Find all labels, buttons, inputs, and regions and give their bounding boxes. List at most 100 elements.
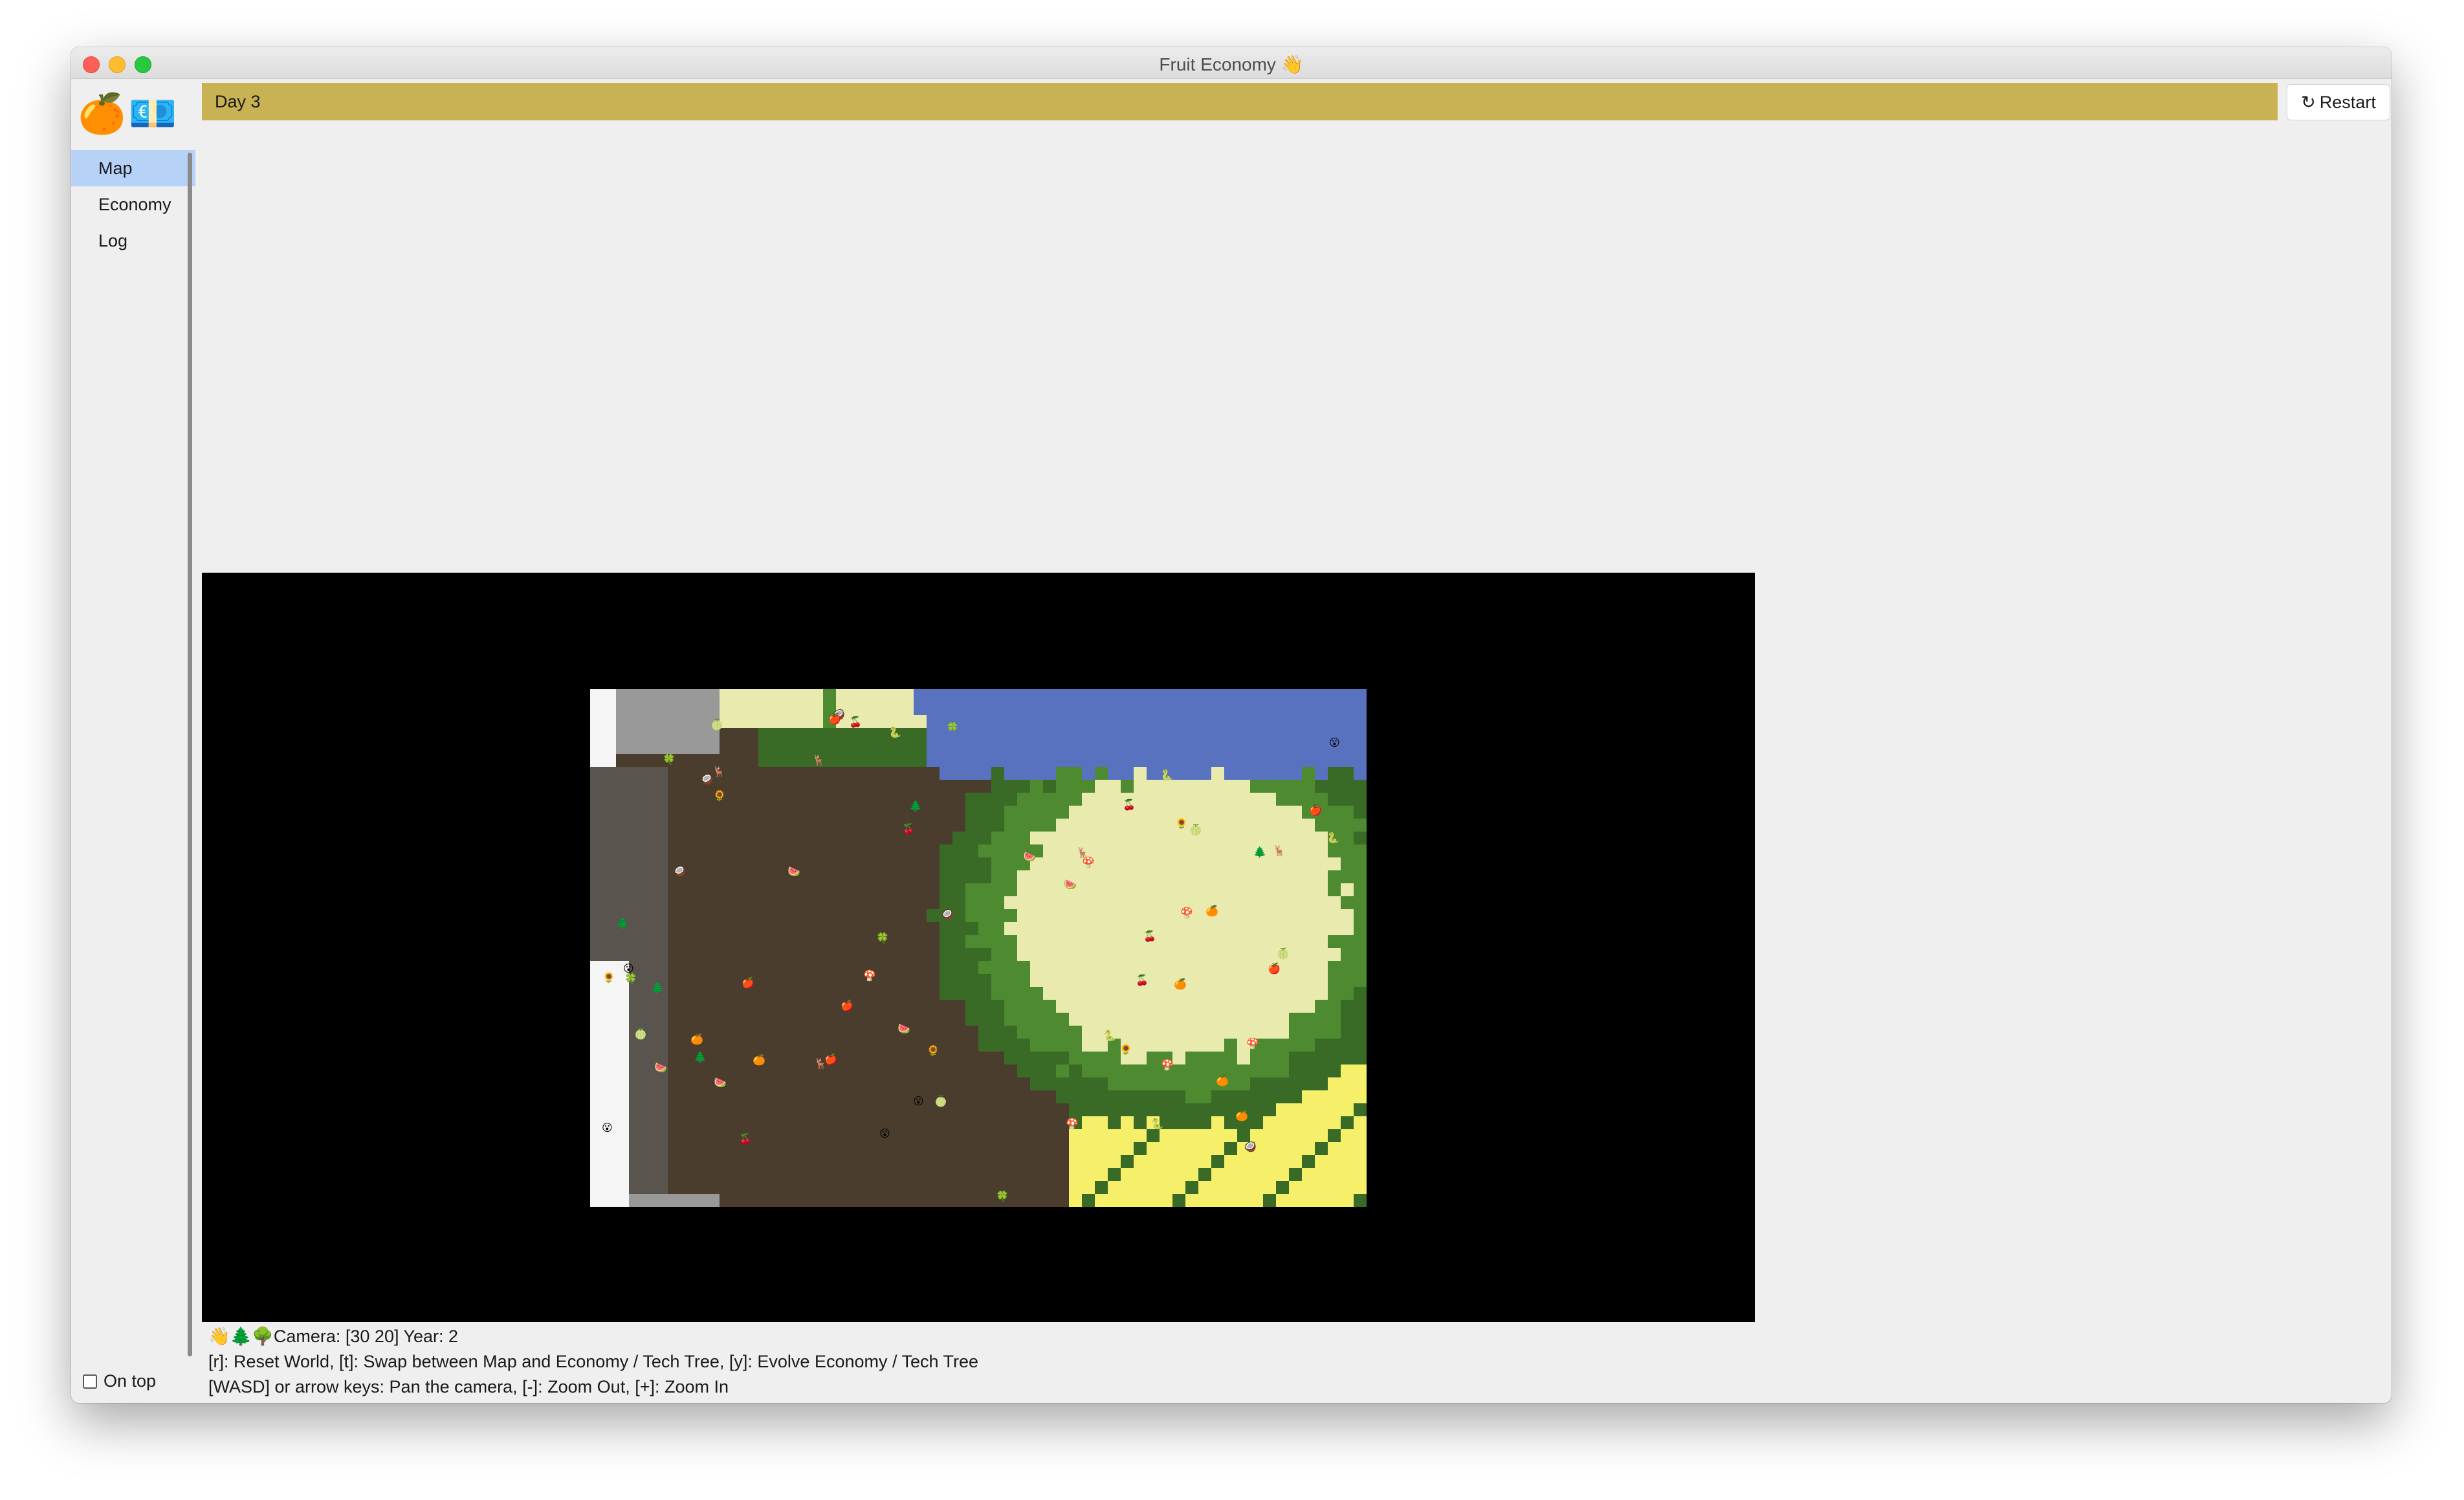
restart-button[interactable]: ↻ Restart: [2287, 84, 2390, 120]
status-panel: 👋🌲🌳Camera: [30 20] Year: 2 [r]: Reset Wo…: [208, 1324, 978, 1400]
terrain-tile: [1224, 689, 1237, 702]
terrain-tile: [1134, 1194, 1147, 1207]
terrain-tile: [720, 922, 732, 935]
terrain-tile: [1354, 935, 1367, 948]
terrain-tile: [758, 1194, 771, 1207]
terrain-tile: [991, 754, 1004, 767]
terrain-tile: [1250, 1181, 1263, 1194]
terrain-tile: [1108, 1142, 1121, 1155]
on-top-toggle[interactable]: On top: [83, 1371, 156, 1391]
terrain-tile: [1004, 780, 1017, 793]
terrain-tile: [888, 909, 901, 922]
terrain-tile: [1328, 909, 1341, 922]
terrain-tile: [1250, 896, 1263, 909]
terrain-tile: [590, 1181, 603, 1194]
terrain-tile: [862, 1116, 875, 1129]
terrain-tile: [1030, 780, 1043, 793]
terrain-tile: [1211, 1039, 1224, 1052]
terrain-tile: [940, 857, 952, 870]
terrain-tile: [927, 689, 940, 702]
terrain-tile: [1082, 715, 1095, 728]
terrain-tile: [914, 1155, 927, 1168]
terrain-tile: [771, 819, 784, 832]
terrain-tile: [1211, 974, 1224, 987]
terrain-tile: [1354, 1155, 1367, 1168]
sidebar-item-log[interactable]: Log: [71, 223, 195, 259]
terrain-tile: [1211, 819, 1224, 832]
terrain-tile: [914, 974, 927, 987]
terrain-tile: [927, 1142, 940, 1155]
terrain-tile: [629, 1000, 642, 1013]
terrain-tile: [810, 689, 823, 702]
terrain-tile: [991, 1129, 1004, 1142]
terrain-tile: [1302, 715, 1315, 728]
terrain-tile: [1185, 1000, 1198, 1013]
terrain-tile: [745, 1090, 758, 1103]
terrain-tile: [745, 767, 758, 780]
terrain-tile: [1043, 806, 1056, 819]
terrain-tile: [1263, 1129, 1276, 1142]
terrain-tile: [1172, 883, 1185, 896]
sidebar-item-economy[interactable]: Economy: [71, 186, 195, 223]
terrain-tile: [1160, 741, 1172, 754]
terrain-tile: [836, 1155, 849, 1168]
terrain-tile: [758, 702, 771, 715]
terrain-tile: [1121, 1168, 1134, 1181]
terrain-tile: [914, 819, 927, 832]
terrain-tile: [1354, 806, 1367, 819]
terrain-tile: [758, 819, 771, 832]
terrain-tile: [810, 1142, 823, 1155]
terrain-tile: [1354, 974, 1367, 987]
sidebar-item-map[interactable]: Map: [71, 150, 195, 186]
terrain-tile: [914, 1013, 927, 1026]
terrain-tile: [707, 1155, 720, 1168]
terrain-tile: [707, 806, 720, 819]
terrain-tile: [707, 1103, 720, 1116]
sidebar-scrollbar[interactable]: [188, 153, 192, 1356]
terrain-tile: [629, 689, 642, 702]
terrain-tile: [1108, 922, 1121, 935]
terrain-tile: [888, 1052, 901, 1064]
terrain-tile: [1341, 754, 1354, 767]
terrain-tile: [1185, 1129, 1198, 1142]
terrain-tile: [771, 1142, 784, 1155]
terrain-tile: [771, 870, 784, 883]
terrain-tile: [784, 767, 797, 780]
world-map[interactable]: 🍎🍊🍒🍉🍄🌲🦌🐍🥥🍈🍀🌻😮🍎🍊🍒🍉🍄🌲🦌🐍🥥🍈🍀🌻😮🍎🍊🍒🍉🍄🌲 🦌🐍🥥🍈🍀🌻😮🍎…: [590, 689, 1367, 1207]
terrain-tile: [603, 1181, 616, 1194]
terrain-tile: [810, 780, 823, 793]
terrain-tile: [681, 1013, 694, 1026]
map-viewport[interactable]: 🍎 🍊 🍒 🍉 🍄 🌲 🦌 🐍 🥥 🍈 🍀 🌻 😮 🍎 🍊 🍒 🍉 🍄 🌲 🦌 🐍 🥥 🍈 🍀 🌻 😮 🍎 🍊 🍒 🍉 🍄 🌲 🦌 🐍 🥥 🍈 🍀 🌻 😮 🍎…: [202, 573, 1755, 1322]
terrain-tile: [1017, 806, 1030, 819]
terrain-tile: [836, 922, 849, 935]
terrain-tile: [1030, 1026, 1043, 1039]
terrain-tile: [1017, 1116, 1030, 1129]
terrain-tile: [1341, 715, 1354, 728]
terrain-tile: [720, 754, 732, 767]
terrain-tile: [771, 1194, 784, 1207]
terrain-tile: [1198, 1026, 1211, 1039]
terrain-tile: [1276, 896, 1289, 909]
terrain-tile: [1147, 1168, 1160, 1181]
terrain-tile: [1302, 935, 1315, 948]
terrain-tile: [965, 857, 978, 870]
terrain-tile: [1354, 844, 1367, 857]
terrain-tile: [668, 1064, 681, 1077]
terrain-tile: [797, 793, 810, 806]
terrain-tile: [758, 935, 771, 948]
terrain-tile: [888, 883, 901, 896]
terrain-tile: [681, 922, 694, 935]
terrain-tile: [1237, 728, 1250, 741]
terrain-tile: [836, 961, 849, 974]
terrain-tile: [603, 948, 616, 961]
terrain-tile: [1328, 1116, 1341, 1129]
terrain-tile: [1289, 870, 1302, 883]
terrain-tile: [810, 1077, 823, 1090]
terrain-tile: [1289, 883, 1302, 896]
terrain-tile: [1263, 819, 1276, 832]
terrain-tile: [952, 909, 965, 922]
terrain-tile: [603, 1194, 616, 1207]
terrain-tile: [1315, 793, 1328, 806]
terrain-tile: [1341, 1168, 1354, 1181]
on-top-checkbox[interactable]: [83, 1374, 97, 1389]
